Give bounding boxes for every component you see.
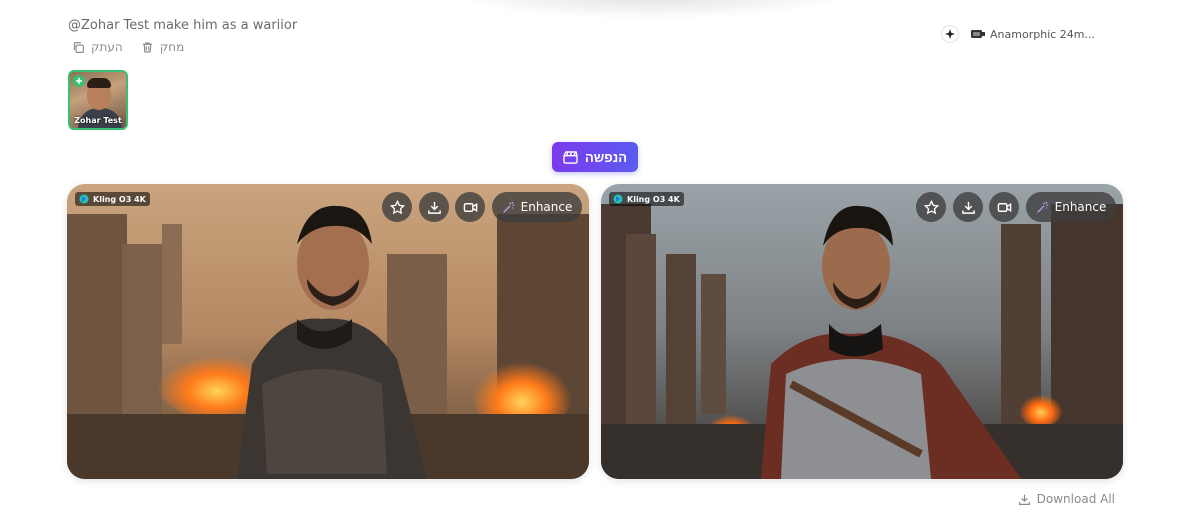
sparkle-icon <box>945 29 956 39</box>
animate-label: הנפשה <box>584 149 628 165</box>
copy-label: העתק <box>91 40 123 54</box>
copy-button[interactable]: העתק <box>72 40 123 54</box>
enhance-label: Enhance <box>1054 200 1107 214</box>
model-badge: Kling O3 4K <box>609 192 684 206</box>
prompt-actions: העתק מחק <box>72 40 184 54</box>
reference-character-card[interactable]: Zohar Test <box>68 70 128 130</box>
video-camera-icon <box>997 202 1011 212</box>
kling-logo-icon <box>79 194 89 204</box>
delete-label: מחק <box>159 40 185 54</box>
magic-wand-icon <box>1036 201 1048 213</box>
camera-lens-icon <box>971 30 986 38</box>
lens-setting: Anamorphic 24m... <box>971 28 1095 41</box>
star-icon <box>923 199 939 214</box>
reference-name: Zohar Test <box>74 116 122 125</box>
video-button[interactable] <box>989 192 1019 222</box>
video-button[interactable] <box>455 192 485 222</box>
download-button[interactable] <box>953 192 983 222</box>
generation-page: @Zohar Test make him as a wariior העתק מ… <box>0 0 1200 522</box>
enhance-label: Enhance <box>520 200 573 214</box>
download-button[interactable] <box>419 192 449 222</box>
avatar-hair <box>87 78 111 88</box>
result-image-1 <box>67 184 589 479</box>
enhance-button[interactable]: Enhance <box>492 192 582 222</box>
download-all-button[interactable]: Download All <box>1018 492 1115 506</box>
download-icon <box>961 201 975 214</box>
prompt-text: @Zohar Test make him as a wariior <box>68 18 298 33</box>
result-card-1[interactable]: Kling O3 4K Enhance <box>67 184 589 479</box>
add-badge-icon <box>73 75 85 87</box>
kling-logo-icon <box>613 194 623 204</box>
copy-icon <box>73 41 84 53</box>
model-name: Kling O3 4K <box>93 194 146 204</box>
result-card-2[interactable]: Kling O3 4K Enhance <box>601 184 1123 479</box>
generation-meta: Anamorphic 24m... <box>941 25 1095 43</box>
star-icon <box>389 199 405 214</box>
download-icon <box>1018 494 1030 505</box>
trash-icon <box>142 41 152 53</box>
delete-button[interactable]: מחק <box>141 40 185 54</box>
clapperboard-icon <box>563 150 578 164</box>
animate-button[interactable]: הנפשה <box>552 142 638 172</box>
enhance-button[interactable]: Enhance <box>1026 192 1116 222</box>
result-image-2 <box>601 184 1123 479</box>
model-badge: Kling O3 4K <box>75 192 150 206</box>
favorite-button[interactable] <box>382 192 412 222</box>
magic-wand-icon <box>502 201 514 213</box>
favorite-button[interactable] <box>916 192 946 222</box>
download-all-label: Download All <box>1036 492 1115 506</box>
video-camera-icon <box>463 202 477 212</box>
model-name: Kling O3 4K <box>627 194 680 204</box>
lens-label: Anamorphic 24m... <box>990 27 1095 41</box>
download-icon <box>427 201 441 214</box>
sparkle-button[interactable] <box>941 25 960 43</box>
top-shadow <box>440 0 860 20</box>
